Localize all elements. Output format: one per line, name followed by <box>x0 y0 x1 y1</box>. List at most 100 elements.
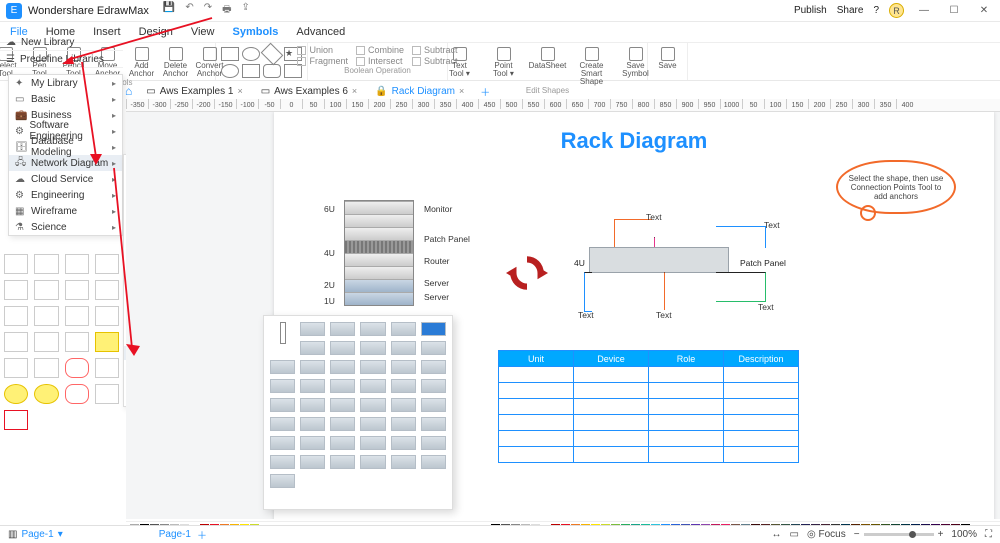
page-tab[interactable]: Page-1 <box>159 529 191 540</box>
rack-shape-thumbnail[interactable] <box>330 398 355 412</box>
user-avatar[interactable]: R <box>889 3 904 18</box>
doc-tab[interactable]: 🔒 Rack Diagram × <box>367 85 472 98</box>
connector[interactable] <box>664 272 665 310</box>
shape-thumbnail[interactable] <box>65 358 89 378</box>
add-anchor-button[interactable]: AddAnchor <box>128 47 156 78</box>
zoom-slider[interactable]: − + <box>854 529 944 540</box>
delete-anchor-button[interactable]: DeleteAnchor <box>162 47 190 78</box>
shape-thumbnail[interactable] <box>4 280 28 300</box>
rack-shape-thumbnail[interactable] <box>360 436 385 450</box>
rack-shape-thumbnail[interactable] <box>330 341 355 355</box>
rack-shape-thumbnail[interactable] <box>300 417 325 431</box>
maximize-button[interactable]: ☐ <box>944 5 964 16</box>
rack-shape-thumbnail[interactable] <box>391 436 416 450</box>
rack-shape-thumbnail[interactable] <box>421 436 446 450</box>
close-tab-icon[interactable]: × <box>352 86 357 96</box>
home-tab-icon[interactable]: ⌂ <box>125 84 132 98</box>
rack-shape-thumbnail[interactable] <box>421 417 446 431</box>
menu-item-symbols[interactable]: Symbols <box>233 26 279 38</box>
shape-thumbnail[interactable] <box>4 254 28 274</box>
boolean-combine[interactable]: Combine <box>356 45 404 55</box>
close-button[interactable]: ✕ <box>974 5 994 16</box>
shape-thumbnail[interactable] <box>95 358 119 378</box>
rack-shape-thumbnail[interactable] <box>270 398 295 412</box>
rack-shape-thumbnail[interactable] <box>391 455 416 469</box>
rack-shape-thumbnail[interactable] <box>391 417 416 431</box>
category-wireframe[interactable]: ▦Wireframe▸ <box>9 203 122 219</box>
sync-arrows-icon[interactable] <box>506 252 548 294</box>
print-icon[interactable]: 🖶 <box>222 2 231 19</box>
shape-thumbnail[interactable] <box>65 254 89 274</box>
rack-shape-thumbnail[interactable] <box>270 474 295 488</box>
rack-shape-thumbnail[interactable] <box>300 360 325 374</box>
add-page-button[interactable]: ＋ <box>197 527 207 542</box>
fit-page-icon[interactable]: ▭ <box>790 529 799 540</box>
rack-shape-thumbnail[interactable] <box>330 322 355 336</box>
rack-shape-thumbnail[interactable] <box>270 436 295 450</box>
rack-shape-thumbnail[interactable] <box>421 360 446 374</box>
minimize-button[interactable]: — <box>914 5 934 16</box>
rack-shape-thumbnail[interactable] <box>330 436 355 450</box>
shape-thumbnail[interactable] <box>95 384 119 404</box>
shape-thumbnail[interactable] <box>95 254 119 274</box>
shape-thumbnail[interactable] <box>34 332 58 352</box>
rack-shape-thumbnail[interactable] <box>360 322 385 336</box>
rack-shape-thumbnail[interactable] <box>330 417 355 431</box>
shape-thumbnail[interactable] <box>4 384 28 404</box>
close-tab-icon[interactable]: × <box>459 86 464 96</box>
datasheet-button[interactable]: DataSheet <box>529 47 567 86</box>
boolean-union[interactable]: Union <box>297 45 348 55</box>
shape-thumbnail[interactable] <box>34 384 58 404</box>
doc-tab[interactable]: ▭ Aws Examples 6 × <box>253 85 365 98</box>
rack-shape-thumbnail[interactable] <box>391 322 416 336</box>
menu-item-advanced[interactable]: Advanced <box>296 26 345 38</box>
shape-thumbnail[interactable] <box>4 306 28 326</box>
rack-shape-thumbnail[interactable] <box>330 379 355 393</box>
share-link[interactable]: Share <box>837 5 864 16</box>
rack-shape-thumbnail[interactable] <box>391 341 416 355</box>
menu-item-view[interactable]: View <box>191 26 215 38</box>
rack-shape-thumbnail[interactable] <box>300 455 325 469</box>
shape-thumbnail[interactable] <box>4 410 28 430</box>
focus-toggle[interactable]: ◎ Focus <box>807 529 846 540</box>
shape-thumbnail[interactable] <box>34 358 58 378</box>
rack-shape-thumbnail[interactable] <box>360 360 385 374</box>
rack-shape-thumbnail[interactable] <box>391 360 416 374</box>
shape-thumbnail[interactable] <box>4 332 28 352</box>
rack-shape-thumbnail[interactable] <box>300 436 325 450</box>
rack-shape-thumbnail[interactable] <box>421 398 446 412</box>
rack-shape[interactable]: 6U 4U 2U 1U Monitor Patch Panel Router S… <box>344 200 424 306</box>
rack-shape-thumbnail[interactable] <box>270 379 295 393</box>
rack-shape-thumbnail[interactable] <box>330 455 355 469</box>
rack-shape-thumbnail[interactable] <box>270 455 295 469</box>
patch-panel-shape[interactable] <box>589 247 729 273</box>
rack-shape-thumbnail[interactable] <box>360 341 385 355</box>
category-network-diagram[interactable]: 🖧Network Diagram▸ <box>9 155 122 171</box>
zoom-in-icon[interactable]: + <box>938 529 944 540</box>
fullscreen-icon[interactable]: ⛶ <box>985 529 992 540</box>
new-library-button[interactable]: ☁New Library <box>0 34 123 51</box>
page-select[interactable]: Page-1 <box>21 529 53 540</box>
rack-shape-thumbnail[interactable] <box>300 379 325 393</box>
redo-icon[interactable]: ↷ <box>204 2 212 19</box>
shape-thumbnail[interactable] <box>4 358 28 378</box>
rack-shape-thumbnail[interactable] <box>270 360 295 374</box>
rack-shape-thumbnail[interactable] <box>421 341 446 355</box>
export-icon[interactable]: ⇪ <box>242 2 250 19</box>
shape-thumbnail[interactable] <box>65 280 89 300</box>
close-tab-icon[interactable]: × <box>237 86 242 96</box>
zoom-out-icon[interactable]: − <box>854 529 860 540</box>
undo-icon[interactable]: ↶ <box>185 2 193 19</box>
save-symbol-button[interactable]: Save <box>654 47 682 70</box>
shape-thumbnail[interactable] <box>95 306 119 326</box>
publish-link[interactable]: Publish <box>794 5 827 16</box>
rack-shape-thumbnail[interactable] <box>391 398 416 412</box>
doc-tab[interactable]: ▭ Aws Examples 1 × <box>138 85 250 98</box>
shape-thumbnail[interactable] <box>65 306 89 326</box>
shape-thumbnail[interactable] <box>95 280 119 300</box>
save-icon[interactable]: 💾 <box>163 2 175 19</box>
rack-shape-thumbnail[interactable] <box>360 417 385 431</box>
category-basic[interactable]: ▭Basic▸ <box>9 91 122 107</box>
shape-thumbnail[interactable] <box>65 384 89 404</box>
rack-shape-thumbnail[interactable] <box>330 360 355 374</box>
